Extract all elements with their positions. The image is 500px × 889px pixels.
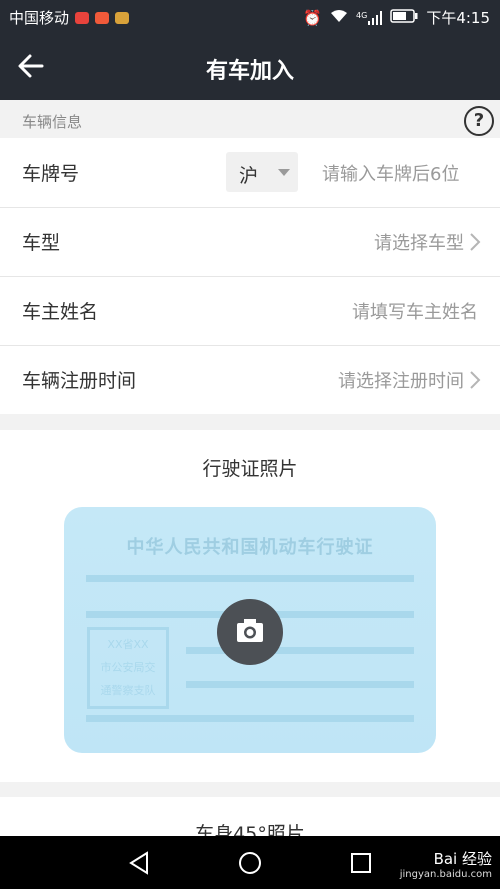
vehicle-info-section-header: 车辆信息 ? bbox=[0, 100, 500, 138]
alarm-icon: ⏰ bbox=[303, 8, 323, 27]
clock: 下午4:15 bbox=[426, 9, 490, 27]
license-line bbox=[86, 575, 414, 582]
notification-app-icon bbox=[95, 11, 110, 24]
stamp-line: XX省XX bbox=[107, 638, 149, 651]
body-photo-heading: 车身45°照片 bbox=[195, 823, 305, 837]
license-photo-upload[interactable]: 中华人民共和国机动车行驶证 XX省XX 市公安局交 通警察支队 bbox=[64, 507, 436, 753]
watermark-url: jingyan.baidu.com bbox=[399, 869, 492, 880]
question-mark-icon: ? bbox=[473, 110, 485, 131]
nav-back-icon[interactable] bbox=[128, 851, 150, 875]
notification-app-icon bbox=[75, 11, 90, 24]
status-bar: 中国移动 ⏰ 4G 下午4:15 bbox=[0, 0, 500, 33]
license-stamp: XX省XX 市公安局交 通警察支队 bbox=[87, 627, 169, 709]
stamp-line: 通警察支队 bbox=[100, 684, 156, 697]
watermark: Bai 经验 jingyan.baidu.com bbox=[400, 848, 492, 880]
owner-name-input[interactable]: 请填写车主姓名 bbox=[352, 298, 478, 324]
car-model-row[interactable]: 车型 请选择车型 bbox=[0, 207, 500, 277]
stamp-line: 市公安局交 bbox=[100, 661, 156, 674]
plate-prefix-select[interactable]: 沪 bbox=[226, 152, 298, 192]
carrier-name: 中国移动 bbox=[9, 9, 70, 27]
chevron-right-icon bbox=[470, 233, 481, 251]
license-line bbox=[186, 681, 414, 688]
nav-recents-icon[interactable] bbox=[350, 852, 372, 874]
license-line bbox=[86, 715, 414, 722]
camera-button[interactable] bbox=[217, 599, 283, 665]
plate-number-row: 车牌号 沪 请输入车牌后6位 bbox=[0, 138, 500, 208]
system-nav-bar: Bai 经验 jingyan.baidu.com bbox=[0, 836, 500, 889]
notification-app-icon bbox=[115, 11, 130, 24]
plate-number-input[interactable]: 请输入车牌后6位 bbox=[322, 160, 459, 186]
owner-name-row: 车主姓名 请填写车主姓名 bbox=[0, 276, 500, 346]
registration-date-row[interactable]: 车辆注册时间 请选择注册时间 bbox=[0, 345, 500, 414]
license-photo-section: 行驶证照片 中华人民共和国机动车行驶证 XX省XX 市公安局交 通警察支队 bbox=[0, 430, 500, 782]
app-bar: 有车加入 bbox=[0, 33, 500, 100]
license-photo-heading: 行驶证照片 bbox=[202, 458, 298, 480]
wifi-icon bbox=[330, 9, 348, 27]
license-card-title: 中华人民共和国机动车行驶证 bbox=[126, 537, 374, 558]
registration-date-label: 车辆注册时间 bbox=[22, 370, 137, 392]
chevron-right-icon bbox=[470, 371, 481, 389]
network-type-label: 4G bbox=[356, 10, 368, 20]
car-model-placeholder: 请选择车型 bbox=[374, 233, 464, 254]
plate-prefix-value: 沪 bbox=[239, 165, 259, 187]
owner-name-label: 车主姓名 bbox=[22, 301, 99, 323]
signal-icon: 4G bbox=[356, 10, 383, 25]
caret-down-icon bbox=[278, 169, 290, 176]
help-button[interactable]: ? bbox=[464, 106, 494, 136]
registration-date-placeholder: 请选择注册时间 bbox=[338, 371, 464, 392]
watermark-brand: Bai 经验 bbox=[433, 850, 492, 868]
body-photo-section: 车身45°照片 bbox=[0, 797, 500, 837]
page-title: 有车加入 bbox=[205, 59, 294, 84]
battery-icon bbox=[390, 8, 418, 27]
camera-icon bbox=[237, 619, 263, 642]
section-label: 车辆信息 bbox=[22, 113, 83, 131]
nav-home-icon[interactable] bbox=[238, 851, 262, 875]
car-model-label: 车型 bbox=[22, 232, 61, 254]
plate-number-label: 车牌号 bbox=[22, 163, 80, 185]
vehicle-info-form: 车牌号 沪 请输入车牌后6位 车型 请选择车型 车主姓名 请填写车主姓名 车辆注… bbox=[0, 138, 500, 414]
